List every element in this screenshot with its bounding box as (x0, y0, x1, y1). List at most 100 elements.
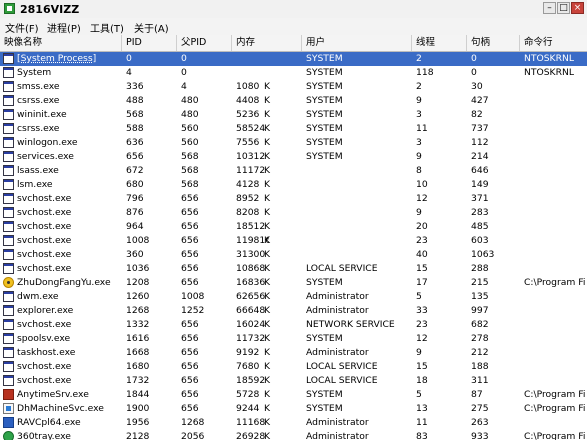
menu-tools[interactable]: 工具(T) (90, 20, 124, 35)
table-row[interactable]: dwm.exe 1260 1008 62656 Administrator 5 135 K (0, 290, 587, 304)
column-header-pid[interactable]: PID (122, 35, 177, 51)
process-name-cell: System (17, 67, 52, 78)
table-row[interactable]: explorer.exe 1268 1252 66648 Administrator 33… (0, 304, 587, 318)
user-cell (306, 192, 416, 206)
threads-cell: 5 (416, 291, 422, 302)
command-line-cell (524, 416, 587, 430)
table-row[interactable]: smss.exe 336 4 1080 SYSTEM 2 30 K (0, 80, 587, 94)
table-row[interactable]: ZhuDongFangYu.exe 1208 656 16836 SYSTEM 17 215… (0, 276, 587, 290)
table-row[interactable]: csrss.exe 588 560 58524 SYSTEM 11 737 K (0, 122, 587, 136)
table-row[interactable]: svchost.exe 1332 656 16024 NETWORK SERVICE 23… (0, 318, 587, 332)
parent-pid-cell: 656 (181, 319, 199, 330)
threads-cell: 118 (416, 67, 434, 78)
handles-cell: 112 (471, 137, 489, 148)
parent-pid-cell: 1268 (181, 417, 205, 428)
command-line-cell (524, 346, 587, 360)
column-header-handles[interactable]: 句柄 (467, 35, 520, 51)
memory-unit: K (264, 361, 271, 372)
table-row[interactable]: svchost.exe 796 656 8952 12 371 K (0, 192, 587, 206)
parent-pid-cell: 2056 (181, 431, 205, 440)
process-name-cell: taskhost.exe (17, 347, 76, 358)
threads-cell: 40 (416, 249, 428, 260)
command-line-cell (524, 164, 587, 178)
handles-cell: 135 (471, 291, 489, 302)
threads-cell: 13 (416, 403, 428, 414)
menu-about[interactable]: 关于(A) (134, 20, 169, 35)
memory-unit: K (264, 193, 271, 204)
threads-cell: 83 (416, 431, 428, 440)
command-line-cell (524, 290, 587, 304)
column-header-image-name[interactable]: 映像名称 (0, 35, 122, 51)
memory-unit: K (264, 95, 271, 106)
memory-unit: K (264, 277, 271, 288)
handles-cell: 311 (471, 375, 489, 386)
table-row[interactable]: svchost.exe 1036 656 10868 LOCAL SERVICE 15 28… (0, 262, 587, 276)
app-process-icon (3, 207, 14, 218)
table-row[interactable]: RAVCpl64.exe 1956 1268 11168 Administrator 11… (0, 416, 587, 430)
table-row[interactable]: svchost.exe 360 656 31300 40 1063 K (0, 248, 587, 262)
column-header-threads[interactable]: 线程 (412, 35, 467, 51)
maximize-button[interactable]: □ (557, 2, 570, 14)
table-row[interactable]: System 4 0 SYSTEM 118 0 NTOSKRNL (0, 66, 587, 80)
table-row[interactable]: lsm.exe 680 568 4128 10 149 K (0, 178, 587, 192)
command-line-cell (524, 122, 587, 136)
pid-cell: 656 (126, 151, 144, 162)
table-row[interactable]: svchost.exe 1680 656 7680 LOCAL SERVICE 15 188… (0, 360, 587, 374)
table-row[interactable]: winlogon.exe 636 560 7556 SYSTEM 3 112 K (0, 136, 587, 150)
pid-cell: 1956 (126, 417, 150, 428)
table-row[interactable]: services.exe 656 568 10312 SYSTEM 9 214 K (0, 150, 587, 164)
process-name-cell: svchost.exe (17, 193, 72, 204)
app-process-icon (3, 137, 14, 148)
app-process-icon (3, 109, 14, 120)
menu-process[interactable]: 进程(P) (47, 20, 81, 35)
handles-cell: 82 (471, 109, 483, 120)
table-row[interactable]: wininit.exe 568 480 5236 SYSTEM 3 82 K (0, 108, 587, 122)
table-row[interactable]: csrss.exe 488 480 4408 SYSTEM 9 427 K (0, 94, 587, 108)
table-row[interactable]: taskhost.exe 1668 656 9192 Administrator 9 212… (0, 346, 587, 360)
process-name-cell: svchost.exe (17, 207, 72, 218)
memory-unit: K (264, 137, 271, 148)
menu-file[interactable]: 文件(F) (5, 20, 39, 35)
column-header-memory[interactable]: 内存 (232, 35, 302, 51)
handles-cell: 149 (471, 179, 489, 190)
table-row[interactable]: AnytimeSrv.exe 1844 656 5728 SYSTEM 5 87 C:\Pro… (0, 388, 587, 402)
threads-cell: 17 (416, 277, 428, 288)
pid-cell: 1036 (126, 263, 150, 274)
table-row[interactable]: spoolsv.exe 1616 656 11732 SYSTEM 12 278 K (0, 332, 587, 346)
table-row[interactable]: [System Process] 0 0 SYSTEM 2 0 NTOSKRNL (0, 52, 587, 66)
app-process-icon (3, 221, 14, 232)
column-header-user[interactable]: 用户 (302, 35, 412, 51)
process-name-cell: dwm.exe (17, 291, 59, 302)
threads-cell: 33 (416, 305, 428, 316)
process-name-cell: explorer.exe (17, 305, 74, 316)
table-row[interactable]: DhMachineSvc.exe 1900 656 9244 SYSTEM 13 275 C:… (0, 402, 587, 416)
command-line-cell (524, 262, 587, 276)
parent-pid-cell: 656 (181, 333, 199, 344)
process-name-cell: winlogon.exe (17, 137, 78, 148)
threads-cell: 9 (416, 151, 422, 162)
user-cell: LOCAL SERVICE (306, 375, 378, 386)
memory-unit: K (264, 165, 271, 176)
threads-cell: 2 (416, 53, 422, 64)
memory-unit: K (264, 207, 271, 218)
parent-pid-cell: 568 (181, 179, 199, 190)
handles-cell: 188 (471, 361, 489, 372)
table-row[interactable]: svchost.exe 1008 656 119816 23 603 K (0, 234, 587, 248)
user-cell: LOCAL SERVICE (306, 263, 378, 274)
table-row[interactable]: svchost.exe 876 656 8208 9 283 K (0, 206, 587, 220)
memory-unit: K (264, 291, 271, 302)
column-header-command-line[interactable]: 命令行 (520, 35, 587, 51)
user-cell: SYSTEM (306, 137, 343, 148)
memory-unit: K (264, 347, 271, 358)
table-row[interactable]: svchost.exe 1732 656 18592 LOCAL SERVICE 18 31… (0, 374, 587, 388)
minimize-button[interactable]: – (543, 2, 556, 14)
table-row[interactable]: lsass.exe 672 568 11172 8 646 K (0, 164, 587, 178)
table-row[interactable]: 360tray.exe 2128 2056 26928 Administrator 83 9… (0, 430, 587, 440)
table-row[interactable]: svchost.exe 964 656 18512 20 485 K (0, 220, 587, 234)
column-header-parent-pid[interactable]: 父PID (177, 35, 232, 51)
parent-pid-cell: 480 (181, 109, 199, 120)
command-line-cell (524, 108, 587, 122)
close-button[interactable]: × (571, 2, 584, 14)
parent-pid-cell: 656 (181, 375, 199, 386)
command-line-cell (524, 374, 587, 388)
